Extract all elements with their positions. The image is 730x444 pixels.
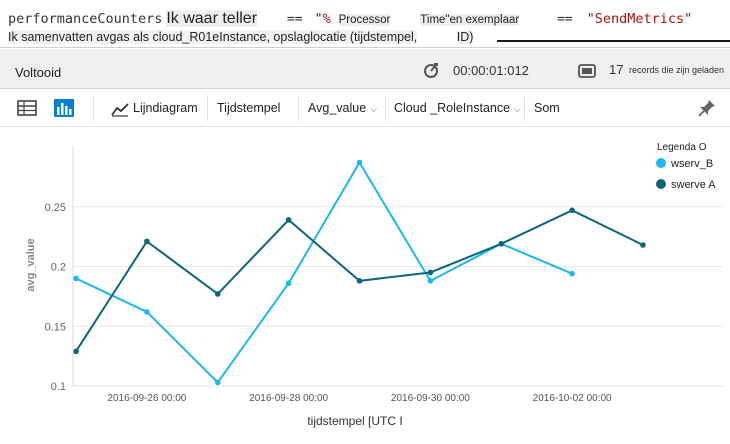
chart-legend: Legenda O wserv_Bswerve A bbox=[656, 142, 716, 191]
y-axis-dropdown[interactable]: Avg_value ⌵ bbox=[308, 101, 377, 115]
pin-icon[interactable] bbox=[697, 98, 717, 118]
line-chart-label[interactable]: Lijndiagram bbox=[133, 101, 198, 115]
y-tick-label: 0.2 bbox=[51, 262, 66, 274]
legend-label: swerve A bbox=[671, 179, 716, 191]
chart-area: 0.1 0.15 0.2 0.25 2016-09-26 00:00 2016-09-28… bbox=[0, 127, 730, 444]
records-icon bbox=[578, 64, 596, 78]
toolbar-separator bbox=[93, 95, 94, 121]
toolbar-separator bbox=[298, 95, 299, 121]
series-wserv-b-point bbox=[144, 309, 150, 315]
series-wserv-b-point bbox=[427, 278, 434, 284]
series-swerve-a-point bbox=[144, 238, 150, 245]
query-string-prefix: "% bbox=[314, 11, 331, 27]
line-chart-icon[interactable] bbox=[111, 99, 129, 119]
series-swerve-a-point bbox=[569, 207, 575, 214]
query-where-clause: Ik waar teller bbox=[166, 10, 258, 27]
split-by-dropdown[interactable]: Cloud _RoleInstance ⌵ bbox=[394, 101, 521, 115]
series-wserv-b-line bbox=[75, 161, 573, 384]
x-tick-label: 2016-09-26 00:00 bbox=[107, 393, 186, 404]
editor-cursor-line bbox=[497, 40, 730, 42]
legend-title: Legenda O bbox=[657, 142, 707, 153]
query-line-2[interactable]: Ik samenvatten avgas als cloud_R01eInsta… bbox=[8, 30, 474, 46]
aggregation-selector[interactable]: Som bbox=[534, 101, 560, 115]
chevron-down-icon: ⌵ bbox=[370, 104, 377, 114]
y-axis-dropdown-label: Avg_value bbox=[308, 101, 367, 115]
query-operator-2: == bbox=[557, 12, 573, 27]
query-status: Voltooid bbox=[15, 65, 62, 80]
query-line-1[interactable]: performanceCounters Ik waar teller == "%… bbox=[8, 10, 692, 30]
series-wserv-b-point bbox=[73, 275, 79, 282]
elapsed-time: 00:00:01:012 bbox=[453, 63, 529, 78]
y-tick-label: 0.15 bbox=[45, 321, 66, 333]
series-swerve-a-point bbox=[640, 242, 646, 248]
series-wserv-b-point bbox=[569, 270, 575, 277]
x-axis-selector[interactable]: Tijdstempel bbox=[217, 101, 280, 115]
series-swerve-a-point bbox=[427, 269, 434, 276]
toolbar-separator bbox=[524, 95, 525, 121]
query-id-text: ID) bbox=[456, 30, 474, 44]
x-tick-label: 2016-09-28 00:00 bbox=[249, 393, 328, 404]
toolbar-separator bbox=[385, 95, 386, 121]
query-summarize-clause: Ik samenvatten avgas als cloud_R01eInsta… bbox=[8, 30, 418, 44]
query-counter-word: Processor bbox=[338, 14, 391, 26]
series-swerve-a-point bbox=[356, 278, 363, 284]
legend-swatch bbox=[656, 179, 666, 189]
y-tick-label: 0.25 bbox=[45, 202, 66, 214]
series-wserv-b-point bbox=[285, 280, 292, 287]
toolbar-separator bbox=[207, 95, 208, 121]
timer-icon bbox=[424, 63, 438, 78]
legend-label: wserv_B bbox=[670, 158, 713, 170]
y-axis-title: avg_value bbox=[25, 238, 37, 291]
line-chart: 0.1 0.15 0.2 0.25 2016-09-26 00:00 2016-09-28… bbox=[25, 142, 723, 428]
split-by-dropdown-label: Cloud _RoleInstance bbox=[394, 101, 511, 115]
query-string-value: "SendMetrics" bbox=[586, 11, 693, 27]
x-tick-label: 2016-10-02 00:00 bbox=[533, 393, 612, 404]
series-swerve-a-point bbox=[498, 240, 505, 247]
table-icon[interactable] bbox=[17, 98, 37, 118]
results-toolbar: Lijndiagram Tijdstempel Avg_value ⌵ Cloud… bbox=[0, 89, 730, 127]
series-swerve-a-point bbox=[285, 217, 292, 223]
series-swerve-a-point bbox=[214, 291, 221, 297]
series-swerve-a-point bbox=[73, 348, 79, 355]
y-tick-label: 0.1 bbox=[51, 381, 66, 393]
query-editor[interactable]: performanceCounters Ik waar teller == "%… bbox=[0, 0, 730, 48]
bar-chart-icon[interactable] bbox=[53, 98, 75, 118]
series-wserv-b-point bbox=[214, 379, 221, 386]
status-bar: Voltooid 00:00:01:012 17 records die zij… bbox=[0, 49, 730, 89]
series-wserv-b-point bbox=[356, 159, 363, 166]
query-operator-1: == bbox=[286, 12, 303, 27]
query-table-name: performanceCounters bbox=[8, 11, 163, 27]
x-tick-label: 2016-09-30 00:00 bbox=[391, 393, 470, 404]
x-axis-title: tijdstempel [UTC I bbox=[307, 414, 402, 428]
records-label: records die zijn geladen bbox=[629, 65, 725, 75]
query-counter-rest: Time"en exemplaar bbox=[420, 14, 520, 26]
legend-swatch bbox=[656, 158, 666, 168]
records-count: 17 bbox=[609, 62, 624, 77]
chevron-down-icon: ⌵ bbox=[514, 104, 521, 114]
